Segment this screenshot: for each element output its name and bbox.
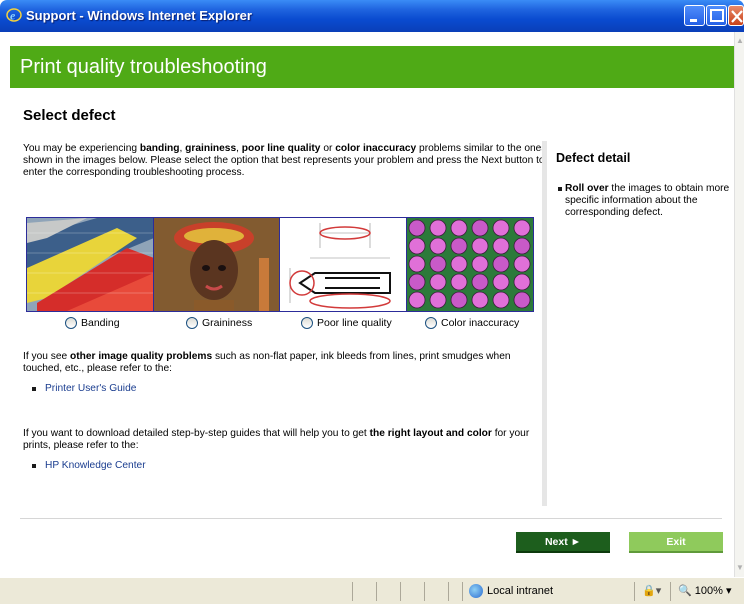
scroll-down-icon[interactable]: ▼ bbox=[736, 563, 744, 575]
status-divider bbox=[352, 582, 353, 601]
scroll-up-icon[interactable]: ▲ bbox=[736, 36, 744, 48]
option-poor-line-quality[interactable]: Poor line quality bbox=[301, 317, 392, 329]
status-divider bbox=[634, 582, 635, 601]
bullet-icon bbox=[32, 386, 36, 391]
security-zone[interactable]: Local intranet bbox=[469, 584, 553, 598]
svg-text:e: e bbox=[10, 9, 16, 23]
defect-detail-title: Defect detail bbox=[556, 151, 631, 165]
exit-button[interactable]: Exit bbox=[629, 532, 723, 553]
status-divider bbox=[462, 582, 463, 601]
vertical-scrollbar[interactable]: ▲ ▼ bbox=[734, 32, 744, 577]
color-inaccuracy-image[interactable] bbox=[406, 218, 533, 311]
page-content: Print quality troubleshooting Select def… bbox=[10, 32, 734, 577]
page-banner: Print quality troubleshooting bbox=[10, 46, 734, 88]
close-icon bbox=[731, 10, 743, 23]
column-divider bbox=[542, 141, 547, 506]
defect-detail-text: Roll over the images to obtain more spec… bbox=[558, 183, 730, 219]
printer-users-guide-link[interactable]: Printer User's Guide bbox=[32, 383, 136, 394]
defect-options: Banding Graininess Poor line quality Col… bbox=[26, 317, 534, 333]
intranet-globe-icon bbox=[469, 584, 483, 598]
zoom-icon: 🔍 bbox=[678, 585, 695, 597]
download-guides-text: If you want to download detailed step-by… bbox=[23, 428, 530, 451]
close-button[interactable] bbox=[728, 5, 744, 26]
next-button[interactable]: Next ► bbox=[516, 532, 610, 553]
zoom-control[interactable]: 🔍 100% ▾ bbox=[678, 584, 732, 598]
status-divider bbox=[400, 582, 401, 601]
footer-divider bbox=[20, 518, 722, 519]
other-problems-text: If you see other image quality problems … bbox=[23, 351, 511, 374]
graininess-image[interactable] bbox=[153, 218, 280, 311]
status-bar: Local intranet 🔒▾ 🔍 100% ▾ bbox=[0, 577, 744, 604]
intro-text: You may be experiencing banding, grainin… bbox=[23, 143, 547, 178]
bullet-icon bbox=[32, 463, 36, 468]
radio-button[interactable] bbox=[186, 317, 198, 329]
window-frame bbox=[0, 32, 10, 577]
status-divider bbox=[376, 582, 377, 601]
protected-mode-icon[interactable]: 🔒▾ bbox=[642, 584, 661, 597]
internet-explorer-icon: e bbox=[6, 8, 22, 23]
radio-button[interactable] bbox=[425, 317, 437, 329]
window-titlebar: e Support - Windows Internet Explorer bbox=[0, 0, 744, 32]
status-divider bbox=[448, 582, 449, 601]
option-banding[interactable]: Banding bbox=[65, 317, 120, 329]
defect-images bbox=[26, 217, 534, 312]
hp-knowledge-center-link[interactable]: HP Knowledge Center bbox=[32, 460, 146, 471]
radio-button[interactable] bbox=[301, 317, 313, 329]
option-color-inaccuracy[interactable]: Color inaccuracy bbox=[425, 317, 519, 329]
maximize-button[interactable] bbox=[706, 5, 727, 26]
maximize-icon bbox=[710, 9, 724, 22]
section-title: Select defect bbox=[23, 107, 116, 124]
option-graininess[interactable]: Graininess bbox=[186, 317, 252, 329]
page-title: Print quality troubleshooting bbox=[20, 56, 267, 78]
minimize-button[interactable] bbox=[684, 5, 705, 26]
chevron-down-icon: ▾ bbox=[722, 585, 732, 597]
window-title: Support - Windows Internet Explorer bbox=[26, 8, 252, 23]
status-divider bbox=[424, 582, 425, 601]
banding-image[interactable] bbox=[27, 218, 154, 311]
radio-button[interactable] bbox=[65, 317, 77, 329]
bullet-icon bbox=[558, 187, 562, 191]
status-divider bbox=[670, 582, 671, 601]
minimize-icon bbox=[690, 19, 697, 22]
poor-line-quality-image[interactable] bbox=[280, 218, 407, 311]
